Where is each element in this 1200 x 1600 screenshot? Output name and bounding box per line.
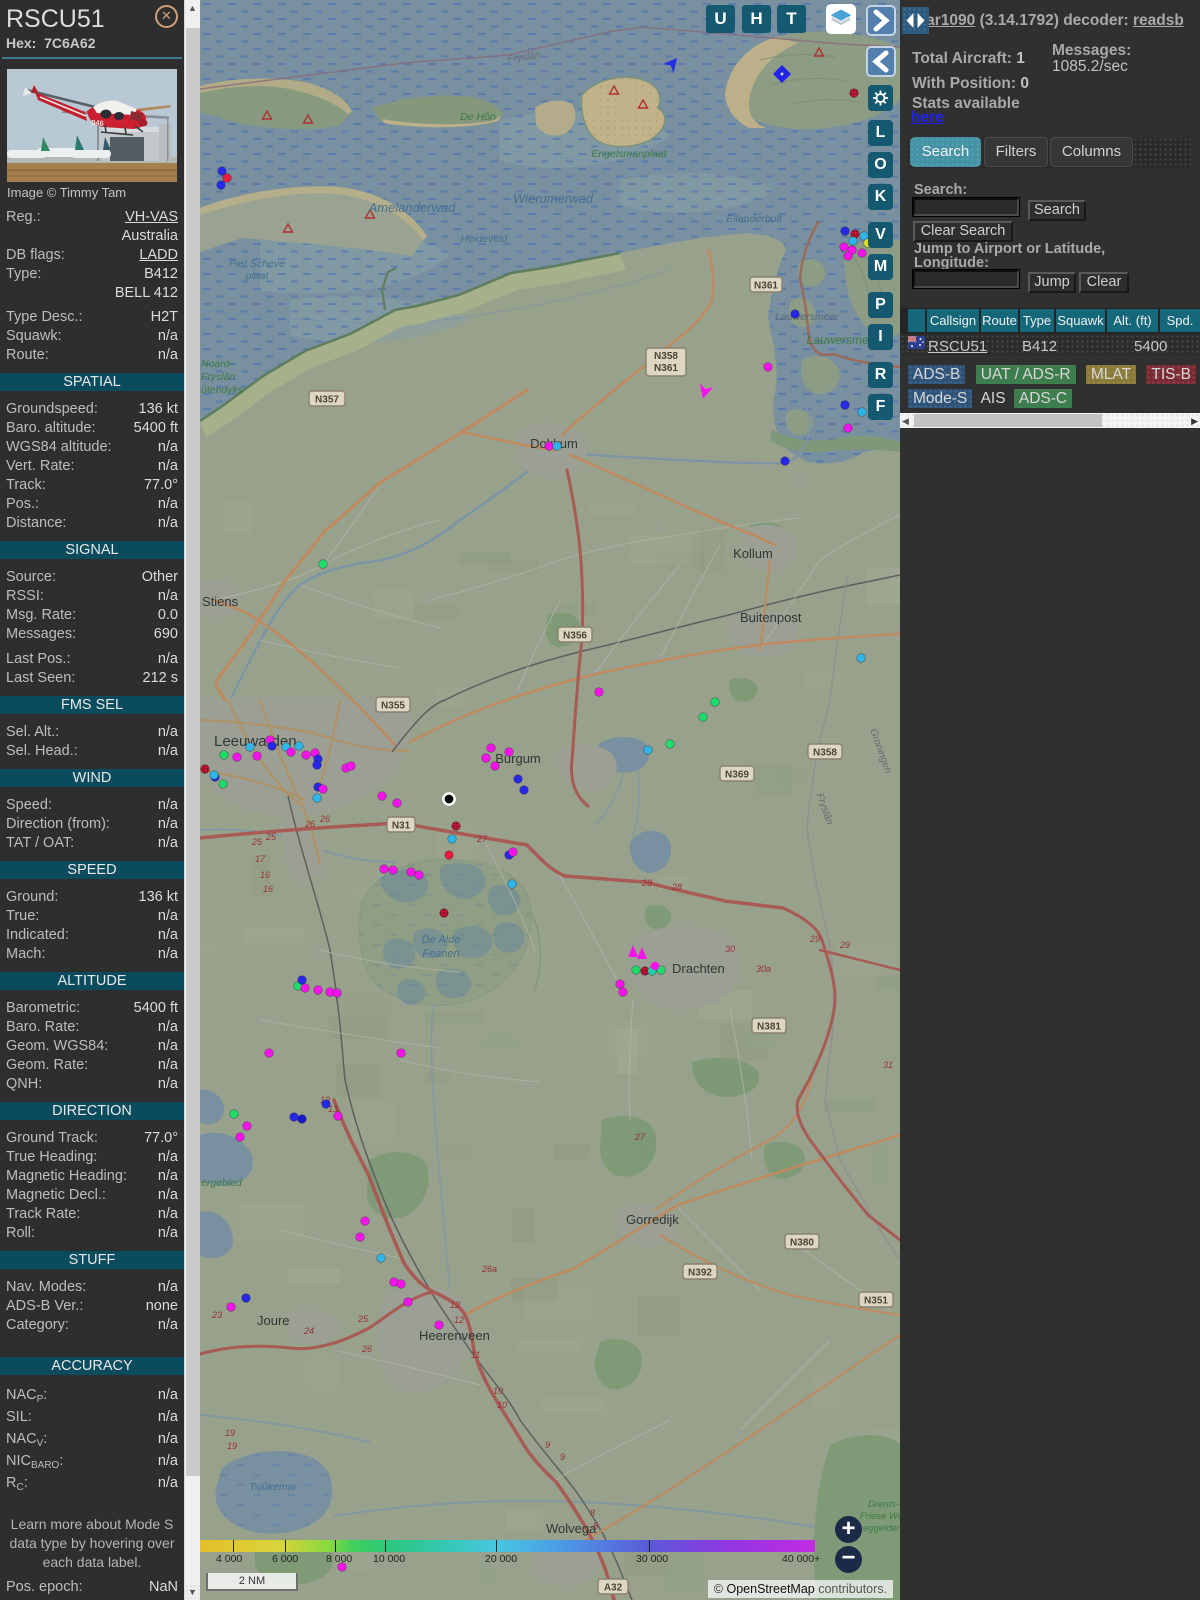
- svg-text:19: 19: [227, 1441, 237, 1451]
- svg-text:16: 16: [263, 884, 273, 894]
- svg-text:Gorredijk: Gorredijk: [626, 1212, 679, 1227]
- svg-text:16: 16: [260, 870, 270, 880]
- svg-text:26: 26: [319, 814, 330, 824]
- svg-text:26: 26: [304, 819, 315, 829]
- svg-text:Feanen: Feanen: [422, 948, 459, 960]
- svg-text:Heideveld: Heideveld: [461, 233, 509, 245]
- svg-text:29: 29: [809, 934, 820, 944]
- svg-text:N351: N351: [864, 1296, 888, 1307]
- svg-text:30a: 30a: [756, 964, 771, 974]
- svg-text:N380: N380: [790, 1238, 814, 1249]
- svg-text:27: 27: [634, 1132, 646, 1142]
- svg-text:946: 946: [91, 118, 104, 128]
- svg-text:A32: A32: [604, 1583, 623, 1594]
- svg-text:plaat: plaat: [245, 270, 270, 282]
- svg-text:12: 12: [454, 1315, 464, 1325]
- svg-text:Noard-: Noard-: [201, 358, 234, 370]
- svg-text:Amelanderwad: Amelanderwad: [368, 200, 456, 215]
- svg-text:25: 25: [357, 1314, 369, 1324]
- svg-text:N355: N355: [381, 701, 405, 712]
- svg-text:ûtendyks: ûtendyks: [201, 384, 244, 396]
- svg-text:Kollum: Kollum: [733, 546, 773, 561]
- svg-text:30: 30: [725, 944, 735, 954]
- svg-text:Eilanderbult: Eilanderbult: [726, 213, 783, 225]
- svg-text:9: 9: [560, 1452, 565, 1462]
- svg-text:Buitenpost: Buitenpost: [740, 610, 802, 625]
- svg-text:26: 26: [361, 1344, 372, 1354]
- svg-text:N31: N31: [392, 821, 411, 832]
- svg-text:19: 19: [225, 1428, 235, 1438]
- svg-text:N369: N369: [725, 770, 749, 781]
- svg-text:Joure: Joure: [257, 1313, 290, 1328]
- svg-text:28: 28: [671, 882, 682, 892]
- svg-text:Wolvega: Wolvega: [546, 1521, 597, 1536]
- svg-text:Wierumerwad: Wierumerwad: [513, 191, 594, 206]
- svg-text:Engelsmanplaat: Engelsmanplaat: [591, 148, 667, 160]
- svg-text:De Hôn: De Hôn: [460, 111, 496, 123]
- svg-text:De Alde: De Alde: [422, 934, 461, 946]
- svg-text:N361: N361: [754, 281, 778, 292]
- svg-text:eggelden: eggelden: [863, 1523, 900, 1534]
- svg-text:26a: 26a: [481, 1264, 497, 1274]
- svg-text:Fryslân: Fryslân: [201, 371, 236, 383]
- svg-text:Drents-: Drents-: [868, 1499, 899, 1510]
- svg-text:29: 29: [839, 940, 850, 950]
- svg-text:Stiens: Stiens: [202, 594, 239, 609]
- svg-text:N361: N361: [654, 363, 678, 374]
- svg-text:31: 31: [883, 1060, 893, 1070]
- svg-text:ergebied: ergebied: [201, 1177, 243, 1189]
- svg-text:12: 12: [450, 1300, 460, 1310]
- svg-text:Drachten: Drachten: [672, 961, 725, 976]
- svg-text:28: 28: [641, 878, 652, 888]
- svg-text:Burgum: Burgum: [495, 751, 541, 766]
- svg-text:N392: N392: [688, 1268, 712, 1279]
- svg-text:10: 10: [497, 1400, 507, 1410]
- svg-text:Heerenveen: Heerenveen: [419, 1328, 490, 1343]
- svg-text:8: 8: [593, 1521, 598, 1531]
- svg-text:17: 17: [255, 854, 266, 864]
- svg-text:27: 27: [476, 834, 488, 844]
- svg-text:N357: N357: [315, 395, 339, 406]
- svg-text:9: 9: [545, 1440, 550, 1450]
- svg-text:N356: N356: [563, 631, 587, 642]
- svg-text:10: 10: [493, 1386, 503, 1396]
- svg-text:N381: N381: [757, 1022, 781, 1033]
- svg-text:N358: N358: [654, 351, 678, 362]
- svg-text:Piet Scheve: Piet Scheve: [229, 258, 285, 270]
- svg-text:Lauwersmeer: Lauwersmeer: [775, 311, 839, 323]
- svg-text:25: 25: [251, 837, 263, 847]
- svg-text:Tsjûkemar: Tsjûkemar: [249, 1481, 298, 1493]
- svg-text:Friese Wo: Friese Wo: [860, 1511, 900, 1522]
- svg-text:23: 23: [211, 1310, 222, 1320]
- svg-text:N358: N358: [813, 748, 837, 759]
- svg-text:24: 24: [303, 1326, 314, 1336]
- svg-text:25: 25: [265, 832, 277, 842]
- svg-text:11: 11: [471, 1350, 480, 1360]
- svg-text:8: 8: [590, 1508, 595, 1518]
